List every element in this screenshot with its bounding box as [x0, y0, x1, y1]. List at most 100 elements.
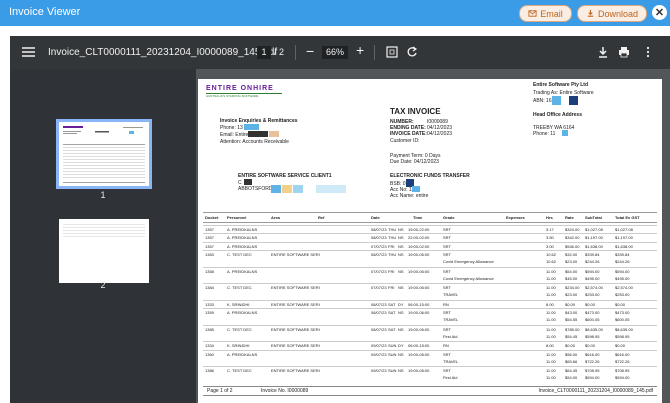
- table-cell: First Aid: [443, 333, 458, 339]
- table-cell: $594.00: [615, 268, 630, 274]
- table-cell: Covid Emergency Allowance: [443, 275, 494, 281]
- table-cell: $244.26: [615, 259, 630, 265]
- table-cell: $1,197.00: [585, 235, 603, 241]
- table-cell: $722.26: [585, 358, 600, 364]
- table-cell: 3.17: [546, 227, 554, 232]
- table-cell: $0.00: [565, 343, 576, 349]
- page-thumbnail-1[interactable]: [56, 119, 152, 189]
- table-cell: 07/07/23: [371, 243, 387, 249]
- table-cell: SRT: [443, 351, 451, 357]
- table-cell: $0.00: [585, 343, 596, 349]
- page-number-input[interactable]: 1: [257, 46, 271, 59]
- table-cell: 10.62: [546, 251, 557, 257]
- table-row: 1383 C. TEST DEC ENTIRE SOFTWARE SERI 08/07…: [203, 249, 657, 258]
- table-row: 1384 C. TEST DEC ENTIRE SOFTWARE SERI 07/07…: [203, 283, 657, 291]
- table-cell: $495.00: [615, 275, 630, 281]
- table-cell: $65.66: [565, 358, 578, 364]
- zoom-out-button[interactable]: −: [306, 43, 314, 59]
- table-row: TRAVEL 11.00 $54.55 $600.05 $600.05: [203, 316, 657, 323]
- table-cell: 1386: [205, 368, 214, 374]
- table-cell: SRT: [443, 310, 451, 315]
- customer-id: Customer ID:: [390, 138, 420, 144]
- email-button[interactable]: Email: [519, 5, 572, 22]
- more-icon[interactable]: [642, 46, 654, 58]
- table-cell: $234.00: [565, 285, 580, 291]
- table-cell: TRAVEL: [443, 292, 459, 298]
- table-cell: ENTIRE SOFTWARE SERI: [271, 285, 320, 291]
- table-cell: $253.00: [615, 292, 630, 298]
- table-cell: A. PREIDKALNS: [227, 227, 258, 232]
- table-cell: 11.00: [546, 351, 556, 357]
- table-row: 1360 A. PREIDKALNS 09/07/23 SUN NS 19:00-06:0…: [203, 349, 657, 358]
- table-row: 1333 K. SRINIDHI ENTIRE SOFTWARE SERI 08/07…: [203, 299, 657, 308]
- table-cell: A. PREIDKALNS: [227, 243, 258, 249]
- table-cell: NS: [398, 268, 404, 274]
- table-row: First Aid 11.00 $54.00 $594.00 $594.00: [203, 374, 657, 381]
- table-cell: $342.00: [565, 235, 580, 241]
- table-cell: SRT: [443, 251, 451, 257]
- table-cell: $54.45: [565, 333, 578, 339]
- column-header: Ref: [318, 215, 325, 220]
- column-header: Grade: [443, 215, 455, 220]
- redaction: [271, 185, 281, 193]
- column-header: SubTotal: [585, 215, 602, 220]
- table-cell: 11.00: [546, 358, 556, 364]
- print-icon[interactable]: [618, 46, 630, 58]
- table-row: 1357 A. PREIDKALNS 08/07/23 THU NS 19:00-22:0…: [203, 225, 657, 233]
- account-name: Acc Name: entire: [390, 193, 429, 199]
- table-cell: 1359: [205, 310, 214, 315]
- thumbnail-label: 1: [100, 190, 106, 200]
- table-cell: SRT: [443, 368, 451, 374]
- table-cell: 1383: [205, 251, 214, 257]
- table-cell: 07/07/23: [371, 268, 387, 274]
- column-header: Date: [371, 215, 380, 220]
- enquiries-phone: Phone: 13: [220, 125, 243, 131]
- table-cell: SUN: [388, 343, 397, 349]
- table-cell: SAT: [388, 326, 396, 332]
- table-cell: SRT: [443, 235, 451, 241]
- table-cell: $0.00: [585, 301, 596, 307]
- table-cell: 09/07/23: [371, 368, 387, 374]
- table-cell: 3.50: [546, 235, 554, 241]
- table-cell: $324.00: [565, 227, 580, 232]
- table-cell: 06:00-15:00: [408, 301, 430, 307]
- table-cell: $1,638.00: [615, 243, 633, 249]
- menu-icon[interactable]: [22, 46, 35, 58]
- table-cell: 22:00-02:00: [408, 235, 430, 241]
- table-cell: $339.84: [615, 251, 630, 257]
- table-cell: ENTIRE SOFTWARE SERI: [271, 251, 320, 257]
- table-cell: RN: [443, 343, 449, 349]
- column-header: Total Ex GST: [615, 215, 640, 220]
- invoice-logo: ENTIRE ONHIRE: [206, 85, 274, 92]
- table-cell: DY: [398, 343, 404, 349]
- redaction: [248, 131, 268, 137]
- download-arrow-icon: [587, 9, 594, 17]
- table-cell: 1357: [205, 243, 214, 249]
- table-cell: $598.95: [615, 333, 630, 339]
- fit-page-icon[interactable]: [386, 46, 398, 58]
- table-cell: 19:00-06:00: [408, 285, 430, 291]
- download-button[interactable]: Download: [577, 5, 647, 22]
- table-cell: THU: [388, 227, 397, 232]
- rotate-icon[interactable]: [406, 46, 418, 58]
- table-cell: 19:00-06:00: [408, 268, 430, 274]
- table-cell: FRI: [388, 268, 395, 274]
- table-cell: ENTIRE SOFTWARE SERI: [271, 343, 320, 349]
- table-cell: THU: [388, 235, 397, 241]
- table-cell: $594.00: [585, 375, 600, 381]
- pdf-toolbar: Invoice_CLT0000111_20231204_I0000089_145…: [10, 36, 670, 69]
- table-cell: C. TEST DEC: [227, 251, 252, 257]
- table-cell: 19:00-06:00: [408, 310, 430, 315]
- zoom-in-button[interactable]: +: [356, 42, 364, 58]
- page-thumbnail-2[interactable]: [59, 219, 149, 283]
- table-row: TRAVEL 11.00 $23.00 $253.00 $253.00: [203, 291, 657, 298]
- logo-tagline: AUSTRALIA'S STAFFING SOFTWARE: [206, 94, 259, 98]
- table-cell: $32.00: [565, 251, 578, 257]
- table-cell: 3.00: [546, 243, 554, 249]
- redaction: [269, 131, 279, 137]
- zoom-level-input[interactable]: 66%: [322, 46, 348, 59]
- table-cell: $616.00: [585, 351, 600, 357]
- download-icon[interactable]: [597, 46, 609, 58]
- abn: ABN: 16: [533, 98, 552, 104]
- close-button[interactable]: ✕: [652, 5, 667, 20]
